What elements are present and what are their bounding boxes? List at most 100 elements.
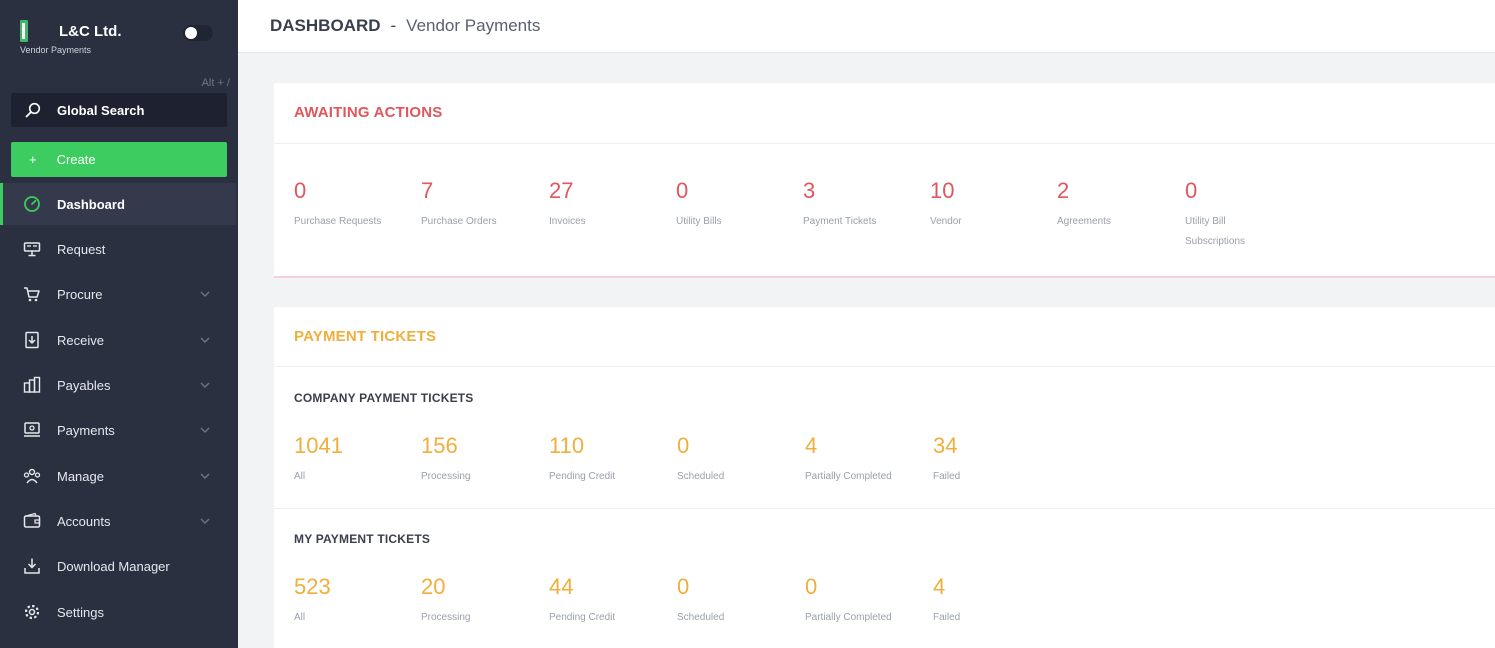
stat-value: 20	[421, 574, 446, 599]
stat-label: Utility Bill Subscriptions	[1185, 216, 1246, 247]
title-separator: -	[390, 16, 397, 35]
sidebar-item-settings[interactable]: Settings	[0, 591, 236, 633]
download-icon	[23, 557, 41, 575]
page-subtitle: Vendor Payments	[406, 16, 541, 35]
stat-value: 10	[930, 178, 955, 203]
chevron-down-icon[interactable]	[200, 471, 210, 481]
page-title: DASHBOARD	[270, 16, 381, 35]
sidebar-item-receive[interactable]: Receive	[0, 319, 236, 361]
sidebar-item-request[interactable]: Request	[0, 228, 236, 270]
stat-invoices[interactable]: 27 Invoices	[549, 178, 677, 232]
gear-icon	[23, 603, 41, 621]
sidebar-item-label: Download Manager	[57, 558, 170, 574]
dashboard-icon	[23, 195, 41, 213]
sidebar-item-label: Settings	[57, 604, 104, 620]
company-stat-failed[interactable]: 34 Failed	[933, 433, 1061, 487]
manage-icon	[23, 467, 41, 485]
stat-utility-bills[interactable]: 0 Utility Bills	[676, 178, 804, 232]
stat-value: 4	[933, 574, 946, 599]
page-header: DASHBOARD - Vendor Payments	[238, 0, 1495, 53]
sidebar-item-label: Payables	[57, 377, 111, 393]
global-search[interactable]: Global Search	[11, 93, 227, 127]
my-stat-all[interactable]: 523 All	[294, 574, 422, 628]
divider	[274, 143, 1495, 144]
stat-payment-tickets[interactable]: 3 Payment Tickets	[803, 178, 931, 232]
payments-icon	[23, 421, 41, 439]
sidebar: L&C Ltd. Vendor Payments Alt + / Global …	[0, 0, 238, 648]
stat-value: 1041	[294, 433, 343, 458]
sidebar-item-manage[interactable]: Manage	[0, 455, 236, 497]
cart-icon	[23, 285, 41, 303]
stat-label: Failed	[933, 471, 961, 482]
stat-vendor[interactable]: 10 Vendor	[930, 178, 1058, 232]
my-stat-scheduled[interactable]: 0 Scheduled	[677, 574, 805, 628]
theme-toggle[interactable]	[183, 25, 213, 41]
chevron-down-icon[interactable]	[200, 289, 210, 299]
chevron-down-icon[interactable]	[200, 380, 210, 390]
my-stat-failed[interactable]: 4 Failed	[933, 574, 1061, 628]
stat-label: Pending Credit	[549, 612, 616, 623]
company-stat-scheduled[interactable]: 0 Scheduled	[677, 433, 805, 487]
wallet-icon	[23, 512, 41, 530]
stat-label: Partially Completed	[805, 471, 892, 482]
stat-label: All	[294, 612, 306, 623]
stat-label: Scheduled	[677, 612, 725, 623]
stat-value: 156	[421, 433, 458, 458]
divider	[274, 366, 1495, 367]
sidebar-item-payables[interactable]: Payables	[0, 364, 236, 406]
my-stat-partially-completed[interactable]: 0 Partially Completed	[805, 574, 933, 628]
search-icon	[25, 102, 41, 118]
company-stat-partially-completed[interactable]: 4 Partially Completed	[805, 433, 933, 487]
stat-value: 0	[676, 178, 689, 203]
stat-agreements[interactable]: 2 Agreements	[1057, 178, 1185, 232]
stat-value: 7	[421, 178, 434, 203]
sidebar-item-dashboard[interactable]: Dashboard	[0, 183, 236, 225]
stat-value: 0	[805, 574, 818, 599]
stat-label: All	[294, 471, 306, 482]
payment-tickets-title: PAYMENT TICKETS	[294, 328, 437, 345]
company-stat-all[interactable]: 1041 All	[294, 433, 422, 487]
brand-logo	[20, 20, 28, 42]
awaiting-actions-card: AWAITING ACTIONS 0 Purchase Requests 7 P…	[274, 83, 1495, 278]
stat-utility-bill-subscriptions[interactable]: 0 Utility Bill Subscriptions	[1185, 178, 1275, 252]
stat-purchase-requests[interactable]: 0 Purchase Requests	[294, 178, 422, 232]
brand-subtitle: Vendor Payments	[20, 45, 92, 55]
stat-label: Purchase Requests	[294, 216, 382, 227]
receive-icon	[23, 331, 41, 349]
stat-value: 3	[803, 178, 816, 203]
stat-label: Invoices	[549, 216, 586, 227]
sidebar-item-label: Procure	[57, 286, 103, 302]
sidebar-item-label: Request	[57, 241, 106, 257]
stat-label: Agreements	[1057, 216, 1111, 227]
company-stat-processing[interactable]: 156 Processing	[421, 433, 549, 487]
sidebar-item-procure[interactable]: Procure	[0, 273, 236, 315]
payment-tickets-card: PAYMENT TICKETS COMPANY PAYMENT TICKETS …	[274, 307, 1495, 648]
divider	[274, 508, 1495, 509]
sidebar-item-accounts[interactable]: Accounts	[0, 500, 236, 542]
company-stat-pending-credit[interactable]: 110 Pending Credit	[549, 433, 677, 487]
awaiting-actions-title: AWAITING ACTIONS	[294, 104, 443, 121]
sidebar-item-label: Receive	[57, 332, 104, 348]
request-icon	[23, 240, 41, 258]
my-stat-processing[interactable]: 20 Processing	[421, 574, 549, 628]
stat-value: 44	[549, 574, 574, 599]
sidebar-item-download-manager[interactable]: Download Manager	[0, 545, 236, 587]
stat-label: Processing	[421, 612, 471, 623]
stat-value: 34	[933, 433, 958, 458]
stat-label: Payment Tickets	[803, 216, 877, 227]
my-stat-pending-credit[interactable]: 44 Pending Credit	[549, 574, 677, 628]
stat-value: 0	[677, 574, 690, 599]
stat-label: Scheduled	[677, 471, 725, 482]
create-button[interactable]: + Create	[11, 142, 227, 177]
search-shortcut-hint: Alt + /	[201, 77, 230, 89]
chevron-down-icon[interactable]	[200, 335, 210, 345]
company-payment-tickets-title: COMPANY PAYMENT TICKETS	[294, 391, 474, 405]
chevron-down-icon[interactable]	[200, 425, 210, 435]
sidebar-item-label: Dashboard	[57, 196, 125, 212]
stat-purchase-orders[interactable]: 7 Purchase Orders	[421, 178, 549, 232]
stat-value: 523	[294, 574, 331, 599]
chevron-down-icon[interactable]	[200, 516, 210, 526]
stat-label: Vendor	[930, 216, 962, 227]
create-label: Create	[56, 152, 96, 167]
sidebar-item-payments[interactable]: Payments	[0, 409, 236, 451]
